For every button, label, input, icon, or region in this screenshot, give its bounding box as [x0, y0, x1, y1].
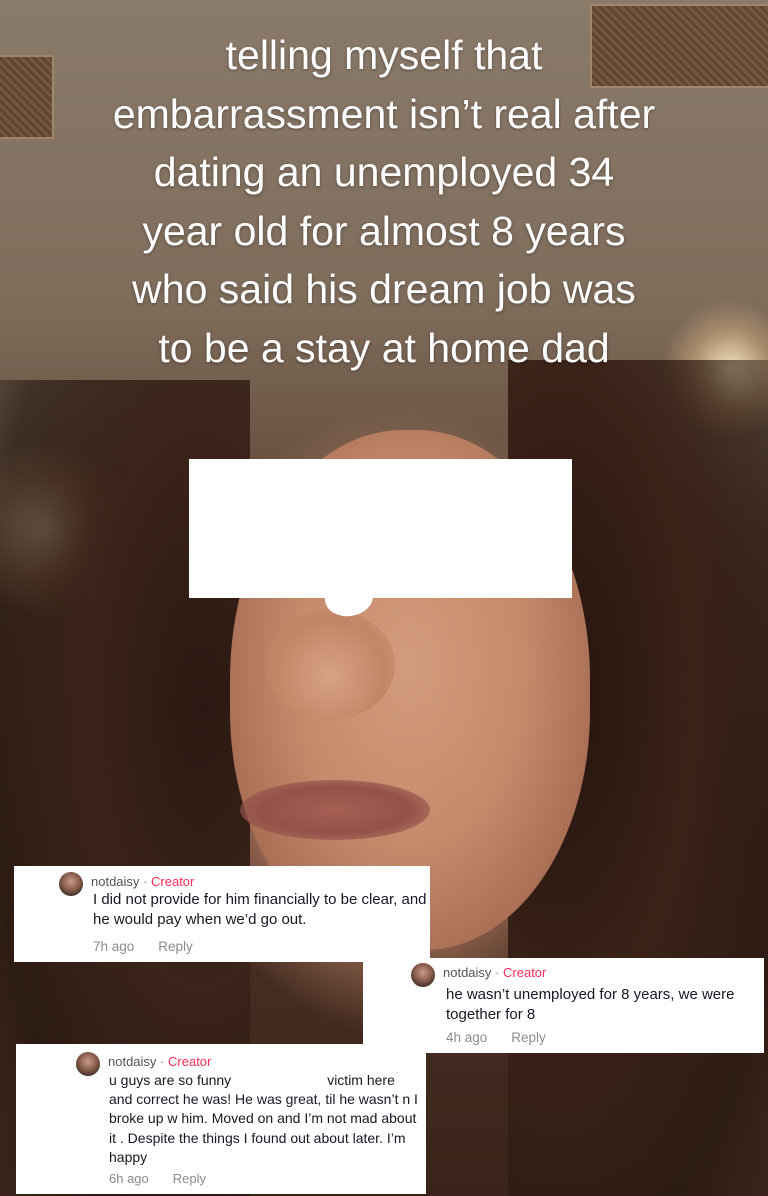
- comment-header: notdaisy · Creator: [91, 874, 194, 889]
- comment-time: 4h ago: [446, 1030, 488, 1045]
- reply-button[interactable]: Reply: [173, 1171, 206, 1186]
- avatar[interactable]: [411, 963, 435, 987]
- avatar[interactable]: [76, 1052, 100, 1076]
- separator: ·: [495, 965, 500, 980]
- comment-text: I did not provide for him financially to…: [93, 891, 427, 928]
- caption-line: who said his dream job was: [132, 266, 636, 312]
- username[interactable]: notdaisy: [91, 874, 139, 889]
- comment-card: notdaisy · Creator u guys are so funny vi…: [16, 1044, 426, 1194]
- creator-badge: Creator: [151, 874, 195, 889]
- reply-button[interactable]: Reply: [511, 1030, 546, 1045]
- separator: ·: [143, 874, 148, 889]
- creator-badge: Creator: [168, 1054, 212, 1069]
- username[interactable]: notdaisy: [108, 1054, 156, 1069]
- comment-card: notdaisy · Creator I did not provide for…: [14, 866, 430, 962]
- creator-badge: Creator: [503, 965, 547, 980]
- avatar[interactable]: [59, 872, 83, 896]
- lips: [240, 780, 430, 840]
- comment-header: notdaisy · Creator: [443, 965, 546, 980]
- comment-text: he wasn’t unemployed for 8 years, we wer…: [446, 986, 735, 1023]
- comment-meta: 4h ago Reply: [446, 1030, 546, 1045]
- reply-button[interactable]: Reply: [158, 939, 193, 954]
- comment-time: 7h ago: [93, 939, 135, 954]
- caption-line: embarrassment isn’t real after: [112, 90, 656, 137]
- caption-line: to be a stay at home dad: [158, 324, 610, 371]
- nose: [265, 610, 395, 720]
- comment-meta: 6h ago Reply: [109, 1171, 206, 1186]
- caption-line: telling myself that: [225, 32, 543, 78]
- redaction-bar: [189, 459, 572, 598]
- comment-header: notdaisy · Creator: [108, 1054, 211, 1069]
- separator: ·: [160, 1054, 165, 1069]
- username[interactable]: notdaisy: [443, 965, 491, 980]
- comment-meta: 7h ago Reply: [93, 939, 193, 954]
- comment-time: 6h ago: [109, 1171, 149, 1186]
- caption-line: dating an unemployed 34: [153, 149, 615, 195]
- comment-card: notdaisy · Creator he wasn’t unemployed …: [363, 958, 764, 1053]
- video-caption: telling myself that embarrassment isn’t …: [20, 26, 748, 377]
- caption-line: year old for almost 8 years: [142, 207, 626, 254]
- comment-text: u guys are so funny victim here and corre…: [109, 1071, 419, 1167]
- comment-text-part: u guys are so funny: [109, 1072, 232, 1088]
